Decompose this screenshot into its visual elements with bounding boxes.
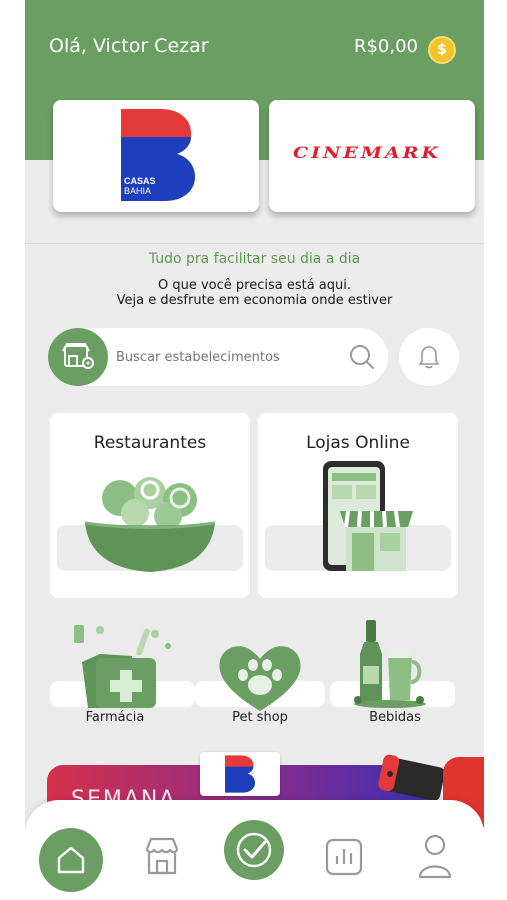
store-location-icon <box>62 343 94 369</box>
intro-line-1: O que você precisa está aqui. <box>157 278 352 293</box>
game-console-image <box>378 754 445 801</box>
intro-line-2: Veja e desfrute em economia onde estiver <box>116 293 393 308</box>
category-label: Farmácia <box>85 710 145 725</box>
search-input[interactable] <box>116 342 326 372</box>
casas-bahia-logo <box>225 755 255 793</box>
pharmacy-image <box>74 625 171 708</box>
store-location-button[interactable] <box>48 328 108 386</box>
notifications-button[interactable] <box>399 328 459 386</box>
nav-home[interactable] <box>39 828 103 892</box>
partner-card-casas-bahia[interactable]: CASAS BAHIA <box>53 100 259 212</box>
category-bebidas[interactable]: Bebidas <box>330 615 460 730</box>
home-icon <box>57 846 85 874</box>
svg-text:BAHIA: BAHIA <box>124 186 151 196</box>
app-screen: Olá, Victor Cezar R$0,00 $ CASAS BAHIA C… <box>25 0 484 900</box>
beverages-image <box>354 620 426 708</box>
bar-chart-icon[interactable] <box>325 838 363 876</box>
category-lojas-online[interactable]: Lojas Online <box>258 413 458 598</box>
bottom-navigation <box>25 800 484 900</box>
search-icon[interactable] <box>348 343 376 371</box>
promo-casas-bahia-badge <box>200 752 280 796</box>
balance-value[interactable]: R$0,00 <box>354 36 418 57</box>
divider <box>25 243 484 244</box>
category-restaurantes[interactable]: Restaurantes <box>50 413 250 598</box>
category-label: Bebidas <box>369 710 421 725</box>
check-icon <box>236 832 272 868</box>
partner-card-cinemark[interactable]: CINEMARK <box>269 100 475 212</box>
category-title: Restaurantes <box>93 433 207 453</box>
svg-text:CASAS: CASAS <box>124 176 156 186</box>
category-pet-shop[interactable]: Pet shop <box>195 615 325 730</box>
greeting: Olá, Victor Cezar <box>49 35 209 57</box>
cinemark-logo: CINEMARK <box>293 143 441 163</box>
paw-heart-image <box>219 646 301 711</box>
bell-icon <box>418 346 440 369</box>
nav-check[interactable] <box>224 820 284 880</box>
shop-icon[interactable] <box>141 835 183 877</box>
tagline: Tudo pra facilitar seu dia a dia <box>148 251 361 267</box>
coin-icon[interactable]: $ <box>428 36 456 64</box>
category-farmacia[interactable]: Farmácia <box>50 615 195 730</box>
user-icon[interactable] <box>417 833 453 879</box>
casas-bahia-logo: CASAS BAHIA <box>121 109 195 201</box>
online-store-phone-image <box>323 461 413 571</box>
category-title: Lojas Online <box>306 433 410 453</box>
salad-bowl-image <box>84 477 216 572</box>
category-label: Pet shop <box>232 710 288 725</box>
search-bar[interactable] <box>48 328 388 386</box>
